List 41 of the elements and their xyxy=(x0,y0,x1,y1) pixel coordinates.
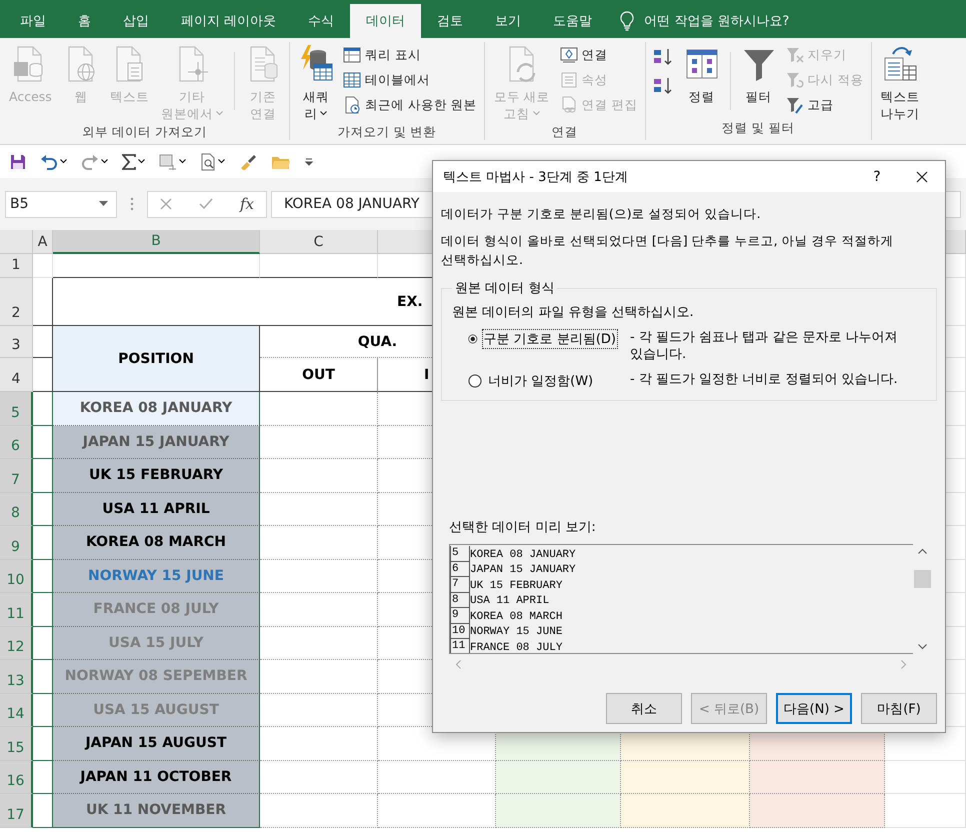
line-number: 11 xyxy=(450,639,470,653)
option-description: - 각 필드가 쉼표나 탭과 같은 문자로 나누어져 있습니다. xyxy=(630,329,899,363)
column-heading: OUT xyxy=(260,358,378,392)
table-cell: UK 11 NOVEMBER xyxy=(53,794,260,828)
preview-line: USA 11 APRIL xyxy=(470,594,550,608)
group-label: 연결 xyxy=(550,124,579,141)
group-label: 외부 데이터 가져오기 xyxy=(80,124,208,141)
preview-label: 선택한 데이터 미리 보기: xyxy=(449,519,597,536)
table-cell: FRANCE 08 JULY xyxy=(53,593,260,626)
instruction-text: 데이터 형식이 올바로 선택되었다면 [다음] 단추를 누르고, 아닐 경우 적절하게 선택하십시오. xyxy=(441,232,894,269)
table-cell: KOREA 08 JANUARY xyxy=(53,392,260,426)
table-cell: KOREA 08 MARCH xyxy=(53,526,260,560)
line-number: 6 xyxy=(450,562,470,577)
table-cell: USA 11 APRIL xyxy=(53,492,260,526)
group-legend: 원본 데이터 형식 xyxy=(452,279,558,297)
prompt-text: 원본 데이터의 파일 유형을 선택하십시오. xyxy=(452,304,695,321)
dialog-title: 텍스트 마법사 - 3단계 중 1단계 xyxy=(443,168,629,186)
preview-line: KOREA 08 MARCH xyxy=(470,610,562,624)
preview-line: KOREA 08 JANUARY xyxy=(470,548,576,562)
group-label: 가져오기 및 변환 xyxy=(336,124,438,141)
preview-line: UK 15 FEBRUARY xyxy=(470,578,562,592)
line-number: 9 xyxy=(450,608,470,624)
intro-text: 데이터가 구분 기호로 분리됨(으)로 설정되어 있습니다. xyxy=(441,205,762,223)
group-label: 정렬 및 필터 xyxy=(720,120,796,137)
line-number: 8 xyxy=(450,592,470,608)
table-cell: NORWAY 15 JUNE xyxy=(53,560,260,593)
line-number: 7 xyxy=(450,577,470,592)
table-cell: USA 15 JULY xyxy=(53,626,260,660)
table-cell: JAPAN 15 AUGUST xyxy=(53,727,260,760)
table-cell: NORWAY 08 SEPEMBER xyxy=(53,660,260,694)
table-cell: UK 15 FEBRUARY xyxy=(53,459,260,492)
table-cell: USA 15 AUGUST xyxy=(53,694,260,727)
table-cell: JAPAN 11 OCTOBER xyxy=(53,760,260,794)
line-number: 10 xyxy=(450,624,470,639)
table-cell: JAPAN 15 JANUARY xyxy=(53,426,260,459)
preview-line: NORWAY 15 JUNE xyxy=(470,625,562,639)
preview-line: FRANCE 08 JULY xyxy=(470,640,562,653)
column-heading: POSITION xyxy=(53,326,260,392)
option-description: - 각 필드가 일정한 너비로 정렬되어 있습니다. xyxy=(630,371,899,388)
line-number: 5 xyxy=(450,546,470,562)
preview-line: JAPAN 15 JANUARY xyxy=(470,563,576,577)
